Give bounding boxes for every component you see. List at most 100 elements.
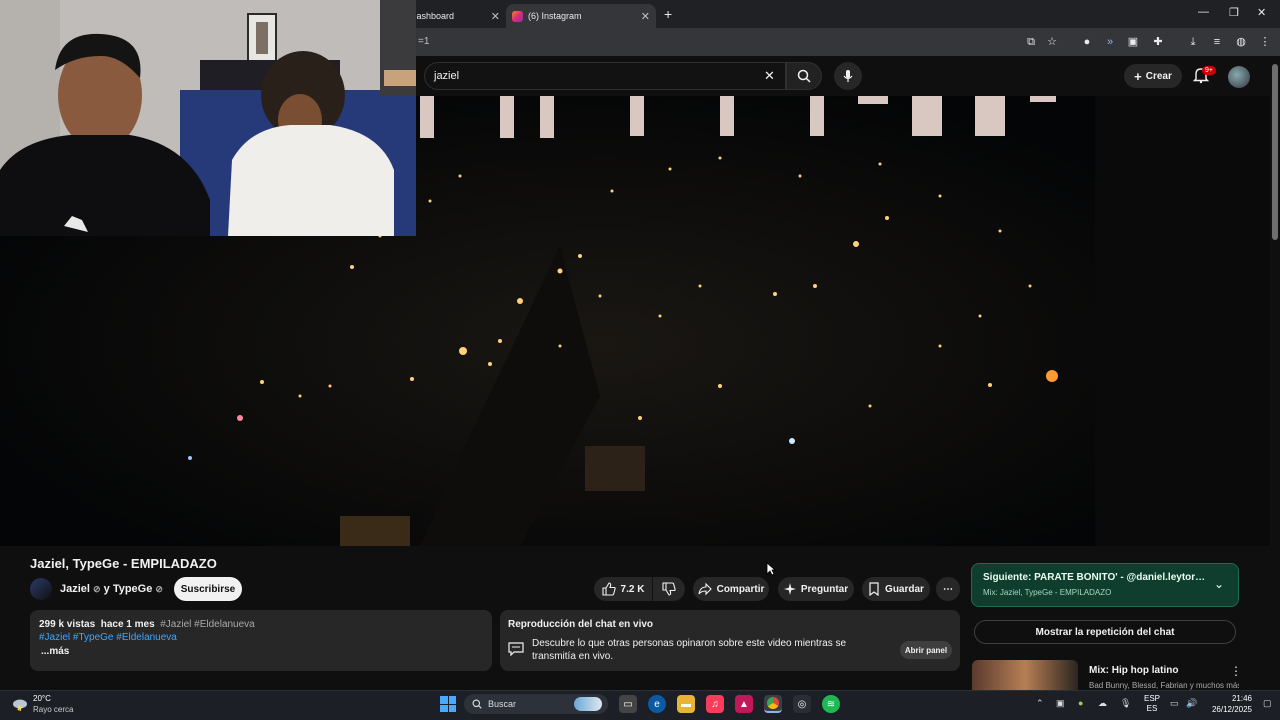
show-more-link[interactable]: ...más	[41, 646, 69, 657]
video-title: Jaziel, TypeGe - EMPILADAZO	[30, 556, 217, 571]
save-label: Guardar	[885, 583, 924, 595]
chrome-icon[interactable]	[764, 695, 782, 713]
create-button[interactable]: + Crear	[1124, 64, 1182, 88]
share-icon	[698, 582, 712, 596]
chevron-down-icon[interactable]: ⌄	[1214, 577, 1224, 591]
search-input[interactable]	[424, 62, 786, 90]
up-next-title: Siguiente: PARATE BONITO' - @daniel.leyt…	[983, 572, 1207, 583]
search-icon	[797, 69, 811, 83]
channel-avatar[interactable]	[30, 578, 52, 600]
app-icon[interactable]: ▲	[735, 695, 753, 713]
mix-subtitle: Bad Bunny, Blessd, Fabrian y muchos más	[1089, 681, 1239, 690]
more-vertical-icon[interactable]: ⋮	[1230, 664, 1242, 678]
bookmark-star-icon[interactable]: ☆	[1045, 35, 1059, 49]
extension-icon[interactable]: ●	[1080, 35, 1094, 49]
bookmark-icon	[869, 582, 879, 596]
audio-extension-icon[interactable]: »	[1103, 35, 1117, 49]
edge-icon[interactable]: e	[648, 695, 666, 713]
weather-temperature: 20°C	[33, 694, 51, 703]
search-input-value: jaziel	[434, 70, 460, 82]
minimize-button[interactable]: —	[1198, 6, 1209, 18]
video-side-area	[1095, 96, 1280, 546]
music-app-icon[interactable]: ♫	[706, 695, 724, 713]
notification-badge: 9+	[1202, 66, 1216, 75]
search-button[interactable]	[786, 62, 822, 90]
mouse-cursor-icon	[766, 562, 776, 576]
like-count: 7.2 K	[620, 583, 645, 595]
subscribe-button[interactable]: Suscribirse	[174, 577, 242, 601]
microphone-icon	[843, 70, 853, 82]
browser-menu-icon[interactable]: ⋮	[1258, 35, 1272, 49]
clock-time[interactable]: 21:46	[1212, 694, 1252, 703]
chat-icon	[508, 642, 524, 656]
restore-button[interactable]: ❐	[1229, 6, 1239, 19]
windows-start-button[interactable]	[440, 696, 456, 712]
avatar[interactable]	[1228, 66, 1250, 88]
instagram-icon	[512, 10, 523, 22]
open-panel-button[interactable]: Abrir panel	[900, 641, 952, 659]
address-bar[interactable]	[410, 28, 1280, 56]
tray-mic-icon[interactable]: 🎙	[1120, 698, 1131, 709]
voice-search-button[interactable]	[834, 62, 862, 90]
reader-icon[interactable]: ▣	[1126, 35, 1140, 49]
like-button[interactable]: 7.2 K	[594, 577, 652, 601]
keyboard-language[interactable]: ESP ES	[1144, 694, 1160, 714]
search-highlight-icon	[574, 697, 602, 711]
show-chat-replay-button[interactable]: Mostrar la repetición del chat	[974, 620, 1236, 644]
channel-collab-label: y TypeGe	[103, 583, 153, 595]
volume-icon[interactable]: 🔊	[1186, 698, 1197, 709]
tray-onedrive-icon[interactable]: ☁	[1098, 698, 1107, 709]
share-button[interactable]: Compartir	[693, 577, 769, 601]
obs-icon[interactable]: ◎	[793, 695, 811, 713]
up-next-panel[interactable]	[971, 563, 1239, 607]
tray-app-icon[interactable]: ▣	[1056, 698, 1065, 709]
share-label: Compartir	[716, 583, 765, 595]
tray-expand-icon[interactable]: ⌃	[1036, 698, 1044, 709]
up-next-playlist: Mix: Jaziel, TypeGe - EMPILADAZO	[983, 588, 1112, 597]
search-icon	[472, 699, 482, 709]
cast-icon[interactable]: ⧉	[1024, 35, 1038, 49]
channel-name[interactable]: Jaziel ⊘ y TypeGe ⊘	[60, 583, 163, 595]
file-explorer-icon[interactable]: ▬	[677, 695, 695, 713]
save-button[interactable]: Guardar	[862, 577, 930, 601]
weather-icon[interactable]	[12, 696, 28, 712]
thumbs-down-icon	[662, 582, 676, 596]
more-horizontal-icon: ⋯	[943, 583, 953, 595]
view-count: 299 k vistas	[39, 619, 96, 630]
thumbs-up-icon	[601, 582, 616, 596]
more-actions-button[interactable]: ⋯	[936, 577, 960, 601]
tab-dashboard[interactable]: Dashboard ✕	[410, 4, 500, 28]
tray-nvidia-icon[interactable]: ●	[1078, 698, 1083, 708]
spotify-icon[interactable]: ≋	[822, 695, 840, 713]
close-icon[interactable]: ✕	[641, 10, 650, 23]
language-label: ESP ES	[1144, 694, 1161, 713]
window-close-button[interactable]: ✕	[1257, 6, 1266, 19]
scrollbar-thumb[interactable]	[1272, 64, 1278, 240]
new-tab-button[interactable]: +	[664, 6, 672, 22]
ask-button[interactable]: Preguntar	[778, 577, 854, 601]
download-icon[interactable]: ⤓	[1186, 35, 1200, 49]
profile-icon[interactable]: ◍	[1234, 35, 1248, 49]
chat-replay-title: Reproducción del chat en vivo	[508, 619, 654, 630]
dislike-button[interactable]	[653, 577, 685, 601]
create-label: Crear	[1145, 70, 1172, 82]
hashtag-links[interactable]: #Jaziel #TypeGe #Eldelanueva	[39, 632, 177, 643]
windows-taskbar	[0, 690, 1280, 720]
notification-center-icon[interactable]: ▢	[1263, 698, 1272, 709]
verified-icon: ⊘	[93, 584, 101, 594]
mix-title[interactable]: Mix: Hip hop latino	[1089, 665, 1178, 676]
clock-date[interactable]: 26/12/2025	[1200, 705, 1252, 714]
close-icon[interactable]: ✕	[491, 10, 500, 23]
webcam-overlay	[0, 0, 416, 236]
tab-search-icon[interactable]: ≡	[1210, 35, 1224, 49]
mix-thumbnail[interactable]	[972, 660, 1078, 690]
taskbar-search[interactable]: Buscar	[464, 694, 608, 714]
url-text: =1	[418, 36, 430, 47]
task-view-icon[interactable]: ▭	[619, 695, 637, 713]
network-icon[interactable]: ▭	[1170, 698, 1179, 709]
inline-hashtags[interactable]: #Jaziel #Eldelanueva	[160, 619, 255, 630]
extensions-puzzle-icon[interactable]: ✚	[1151, 35, 1165, 49]
clear-search-icon[interactable]: ✕	[764, 68, 775, 84]
tab-instagram[interactable]: (6) Instagram ✕	[506, 4, 656, 28]
webcam-feed	[0, 0, 416, 236]
